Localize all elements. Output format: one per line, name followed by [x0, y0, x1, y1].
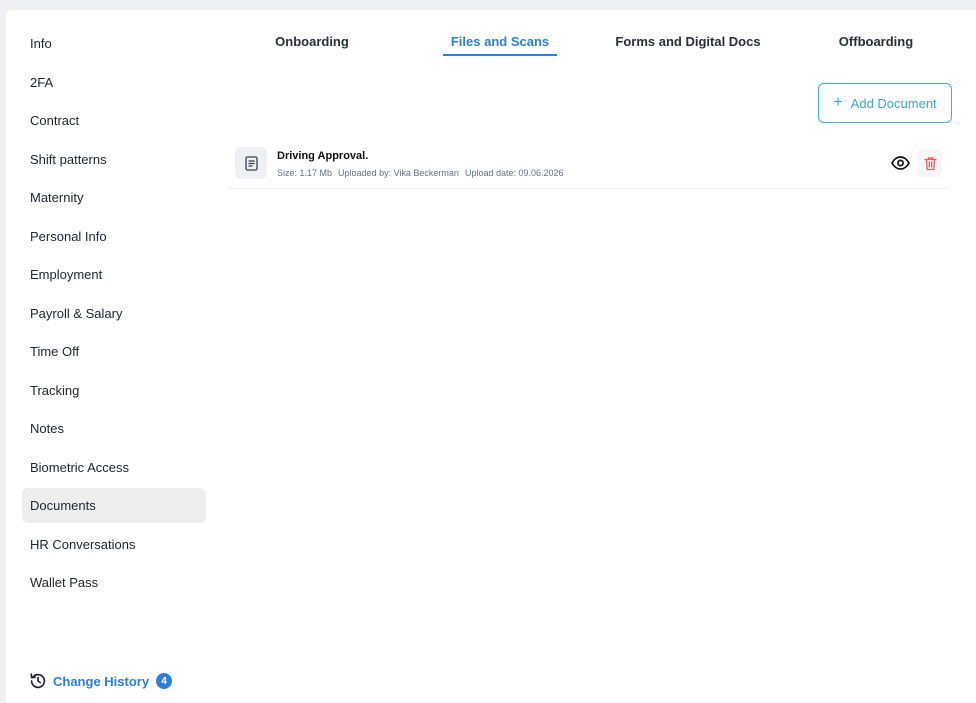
sidebar-item-contract[interactable]: Contract [22, 103, 206, 138]
eye-icon [890, 156, 910, 170]
tab-offboarding[interactable]: Offboarding [782, 26, 970, 62]
sidebar-item-employment[interactable]: Employment [22, 257, 206, 292]
document-upload-date: Upload date: 09.06.2026 [464, 168, 564, 178]
sidebar-item-notes[interactable]: Notes [22, 411, 206, 446]
add-document-button[interactable]: + Add Document [818, 83, 952, 123]
delete-document-button[interactable] [918, 149, 942, 177]
document-title[interactable]: Driving Approval. [277, 150, 368, 162]
sidebar-item-personal-info[interactable]: Personal Info [22, 219, 206, 254]
sidebar-item-shift-patterns[interactable]: Shift patterns [22, 142, 206, 177]
tab-files-and-scans-label: Files and Scans [442, 26, 558, 56]
sidebar-item-tracking[interactable]: Tracking [22, 373, 206, 408]
document-size: Size: 1.17 Mb [277, 168, 333, 178]
document-meta: Size: 1.17 Mb Uploaded by: Vika Beckerman… [277, 168, 570, 178]
document-file-icon [235, 147, 267, 179]
sidebar-item-wallet-pass[interactable]: Wallet Pass [22, 565, 206, 600]
tab-files-and-scans[interactable]: Files and Scans [406, 26, 594, 62]
sidebar-item-maternity[interactable]: Maternity [22, 180, 206, 215]
sidebar-item-payroll-salary[interactable]: Payroll & Salary [22, 296, 206, 331]
tab-onboarding-label: Onboarding [275, 34, 349, 49]
add-document-label: Add Document [850, 95, 937, 111]
change-history-label: Change History [53, 673, 150, 689]
sidebar-item-biometric-access[interactable]: Biometric Access [22, 450, 206, 485]
document-tabs: Onboarding Files and Scans Forms and Dig… [218, 26, 970, 62]
sidebar-item-info[interactable]: Info [22, 26, 206, 61]
trash-icon [923, 156, 937, 170]
tab-forms-label: Forms and Digital Docs [615, 34, 761, 49]
sidebar-item-time-off[interactable]: Time Off [22, 334, 206, 369]
document-uploaded-by: Uploaded by: Vika Beckerman [338, 168, 459, 178]
tab-offboarding-label: Offboarding [838, 34, 914, 49]
document-row: Driving Approval. Size: 1.17 Mb Uploaded … [228, 141, 950, 189]
change-history-link[interactable]: Change History 4 [29, 672, 173, 690]
view-document-button[interactable] [888, 151, 912, 175]
sidebar-item-documents[interactable]: Documents [22, 488, 206, 523]
sidebar-item-hr-conversations[interactable]: HR Conversations [22, 527, 206, 562]
sidebar-nav: Info 2FA Contract Shift patterns Materni… [22, 26, 206, 604]
tab-onboarding[interactable]: Onboarding [218, 26, 406, 62]
history-icon [30, 673, 46, 689]
sidebar-item-2fa[interactable]: 2FA [22, 65, 206, 100]
tab-forms-and-digital-docs[interactable]: Forms and Digital Docs [594, 26, 782, 62]
change-history-count-badge: 4 [156, 673, 173, 689]
main-card: Info 2FA Contract Shift patterns Materni… [6, 10, 976, 703]
plus-icon: + [833, 94, 843, 111]
